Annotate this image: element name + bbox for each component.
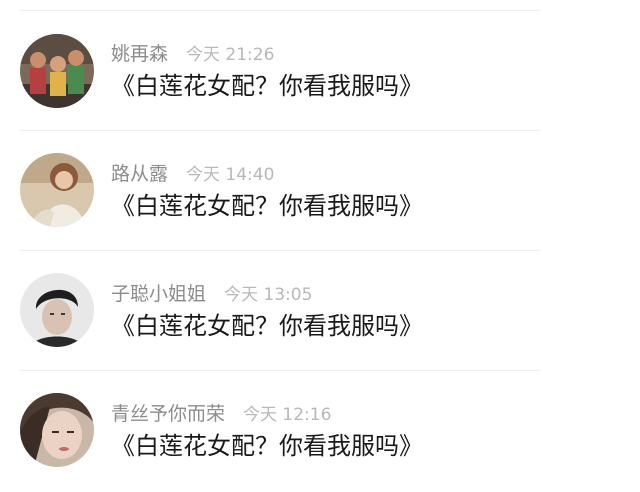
comment-meta: 青丝予你而荣 今天 12:16 bbox=[111, 401, 331, 427]
avatar[interactable] bbox=[20, 153, 94, 227]
comment-item[interactable]: 青丝予你而荣 今天 12:16 《白莲花女配？你看我服吗》 bbox=[0, 372, 640, 492]
comment-text: 《白莲花女配？你看我服吗》 bbox=[111, 432, 423, 460]
woman-portrait-avatar-icon bbox=[20, 153, 94, 227]
group-photo-avatar-icon bbox=[20, 34, 94, 108]
comment-meta: 姚再森 今天 21:26 bbox=[111, 41, 274, 67]
comment-item[interactable]: 路从露 今天 14:40 《白莲花女配？你看我服吗》 bbox=[0, 132, 640, 252]
username[interactable]: 路从露 bbox=[111, 163, 168, 185]
username[interactable]: 姚再森 bbox=[111, 43, 168, 65]
avatar[interactable] bbox=[20, 393, 94, 467]
comment-meta: 路从露 今天 14:40 bbox=[111, 161, 274, 187]
comment-item[interactable]: 子聪小姐姐 今天 13:05 《白莲花女配？你看我服吗》 bbox=[0, 252, 640, 372]
man-portrait-avatar-icon bbox=[20, 273, 94, 347]
timestamp: 今天 14:40 bbox=[186, 165, 275, 185]
username[interactable]: 子聪小姐姐 bbox=[111, 283, 206, 305]
comment-text: 《白莲花女配？你看我服吗》 bbox=[111, 72, 423, 100]
divider bbox=[20, 370, 540, 371]
avatar[interactable] bbox=[20, 273, 94, 347]
timestamp: 今天 12:16 bbox=[243, 405, 332, 425]
username[interactable]: 青丝予你而荣 bbox=[111, 403, 225, 425]
avatar[interactable] bbox=[20, 34, 94, 108]
divider bbox=[20, 130, 540, 131]
comment-text: 《白莲花女配？你看我服吗》 bbox=[111, 312, 423, 340]
divider bbox=[20, 250, 540, 251]
comment-meta: 子聪小姐姐 今天 13:05 bbox=[111, 281, 312, 307]
timestamp: 今天 21:26 bbox=[186, 45, 275, 65]
timestamp: 今天 13:05 bbox=[224, 285, 313, 305]
divider-top bbox=[20, 10, 540, 11]
comment-item[interactable]: 姚再森 今天 21:26 《白莲花女配？你看我服吗》 bbox=[0, 12, 640, 132]
comment-text: 《白莲花女配？你看我服吗》 bbox=[111, 192, 423, 220]
woman-closeup-avatar-icon bbox=[20, 393, 94, 467]
